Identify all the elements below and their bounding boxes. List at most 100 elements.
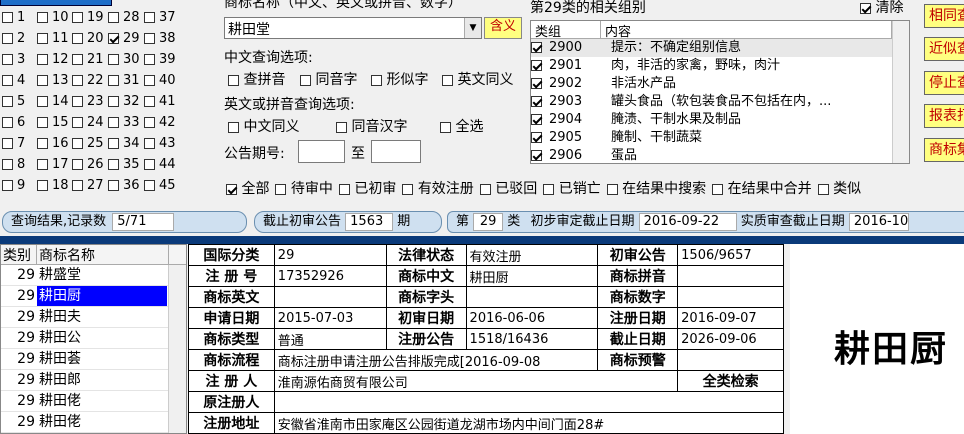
class-checkbox-6[interactable]: 6 [2,113,25,133]
meaning-button[interactable]: 含义 [484,17,522,39]
checkbox[interactable] [108,33,119,44]
class-checkbox-8[interactable]: 8 [2,155,25,175]
checkbox[interactable] [2,12,13,23]
checkbox[interactable] [228,121,239,133]
filter-1[interactable]: 待审中 [275,181,333,197]
checkbox[interactable] [144,96,155,107]
checkbox[interactable] [2,33,13,44]
class-checkbox-41[interactable]: 41 [144,92,176,112]
checkbox[interactable] [72,75,83,86]
class-checkbox-43[interactable]: 43 [144,134,176,154]
checkbox[interactable] [144,117,155,128]
checkbox[interactable] [479,183,491,195]
chevron-down-icon[interactable]: ▼ [464,18,481,38]
class-checkbox-18[interactable]: 18 [37,176,69,196]
group-row[interactable]: 2905 腌制、干制蔬菜 [531,129,909,147]
class-checkbox-32[interactable]: 32 [108,92,140,112]
checkbox[interactable] [144,159,155,170]
checkbox[interactable] [371,74,382,86]
checkbox[interactable] [72,33,83,44]
result-row[interactable]: 29 耕田佬 [1,412,186,433]
class-checkbox-5[interactable]: 5 [2,92,25,112]
class-checkbox-15[interactable]: 15 [37,113,69,133]
checkbox[interactable] [144,75,155,86]
checkbox[interactable] [2,138,13,149]
checkbox[interactable] [402,183,414,195]
checkbox[interactable] [108,138,119,149]
checkbox[interactable] [108,96,119,107]
checkbox[interactable] [37,117,48,128]
filter-7[interactable]: 在结果中合并 [712,181,812,197]
class-checkbox-36[interactable]: 36 [108,176,140,196]
checkbox[interactable] [72,96,83,107]
checkbox[interactable] [37,33,48,44]
col-class[interactable]: 类别 [1,245,37,264]
en-option-cn-synonym[interactable]: 中文同义 [228,116,299,136]
checkbox[interactable] [338,183,350,195]
result-row[interactable]: 29 耕田厨 [1,286,186,307]
filter-8[interactable]: 类似 [817,181,861,197]
class-checkbox-35[interactable]: 35 [108,155,140,175]
filter-0[interactable]: 全部 [226,181,269,197]
filter-4[interactable]: 已驳回 [479,181,537,197]
class-checkbox-34[interactable]: 34 [108,134,140,154]
groups-scrollbar[interactable] [892,21,909,163]
checkbox[interactable] [2,180,13,191]
result-row[interactable]: 29 耕田佬 [1,391,186,412]
cn-option-en-synonym[interactable]: 英文同义 [442,69,513,89]
checkbox[interactable] [712,183,724,195]
class-checkbox-25[interactable]: 25 [72,134,104,154]
checkbox[interactable] [144,180,155,191]
checkbox[interactable] [442,74,453,86]
checkbox[interactable] [108,54,119,65]
clear-checkbox[interactable]: 清除 [860,0,903,17]
class-checkbox-16[interactable]: 16 [37,134,69,154]
checkbox[interactable] [108,180,119,191]
checkbox[interactable] [531,114,542,125]
class-checkbox-9[interactable]: 9 [2,176,25,196]
checkbox[interactable] [2,117,13,128]
checkbox[interactable] [860,2,871,14]
checkbox[interactable] [144,33,155,44]
class-checkbox-44[interactable]: 44 [144,155,176,175]
class-checkbox-26[interactable]: 26 [72,155,104,175]
checkbox[interactable] [440,121,451,133]
class-checkbox-30[interactable]: 30 [108,50,140,70]
checkbox[interactable] [37,180,48,191]
stop-query-button[interactable]: 停止查询 [924,71,964,95]
checkbox[interactable] [144,54,155,65]
class-checkbox-39[interactable]: 39 [144,50,176,70]
class-checkbox-4[interactable]: 4 [2,71,25,91]
checkbox[interactable] [108,117,119,128]
checkbox[interactable] [72,12,83,23]
filter-5[interactable]: 已销亡 [543,181,601,197]
checkbox[interactable] [37,96,48,107]
issue-to-input[interactable] [371,140,421,163]
checkbox[interactable] [2,54,13,65]
class-checkbox-1[interactable]: 1 [2,8,25,28]
class-checkbox-12[interactable]: 12 [37,50,69,70]
filter-2[interactable]: 已初审 [338,181,396,197]
checkbox[interactable] [531,42,542,53]
class-checkbox-28[interactable]: 28 [108,8,140,28]
class-checkbox-11[interactable]: 11 [37,29,69,49]
trademark-set-button[interactable]: 商标集 [924,138,964,162]
checkbox[interactable] [72,180,83,191]
checkbox[interactable] [531,150,542,161]
checkbox[interactable] [72,117,83,128]
class-checkbox-38[interactable]: 38 [144,29,176,49]
col-content[interactable]: 内容 [601,21,892,40]
checkbox[interactable] [2,96,13,107]
class-checkbox-40[interactable]: 40 [144,71,176,91]
checkbox[interactable] [275,183,287,195]
group-row[interactable]: 2904 腌渍、干制水果及制品 [531,111,909,129]
result-row[interactable]: 29 耕盛堂 [1,265,186,286]
class-checkbox-29[interactable]: 29 [108,29,140,49]
en-option-select-all[interactable]: 全选 [440,116,483,136]
group-row[interactable]: 2903 罐头食品（软包装食品不包括在内，... [531,93,909,111]
checkbox[interactable] [37,138,48,149]
checkbox[interactable] [228,74,239,86]
checkbox[interactable] [108,159,119,170]
checkbox[interactable] [2,75,13,86]
class-checkbox-7[interactable]: 7 [2,134,25,154]
